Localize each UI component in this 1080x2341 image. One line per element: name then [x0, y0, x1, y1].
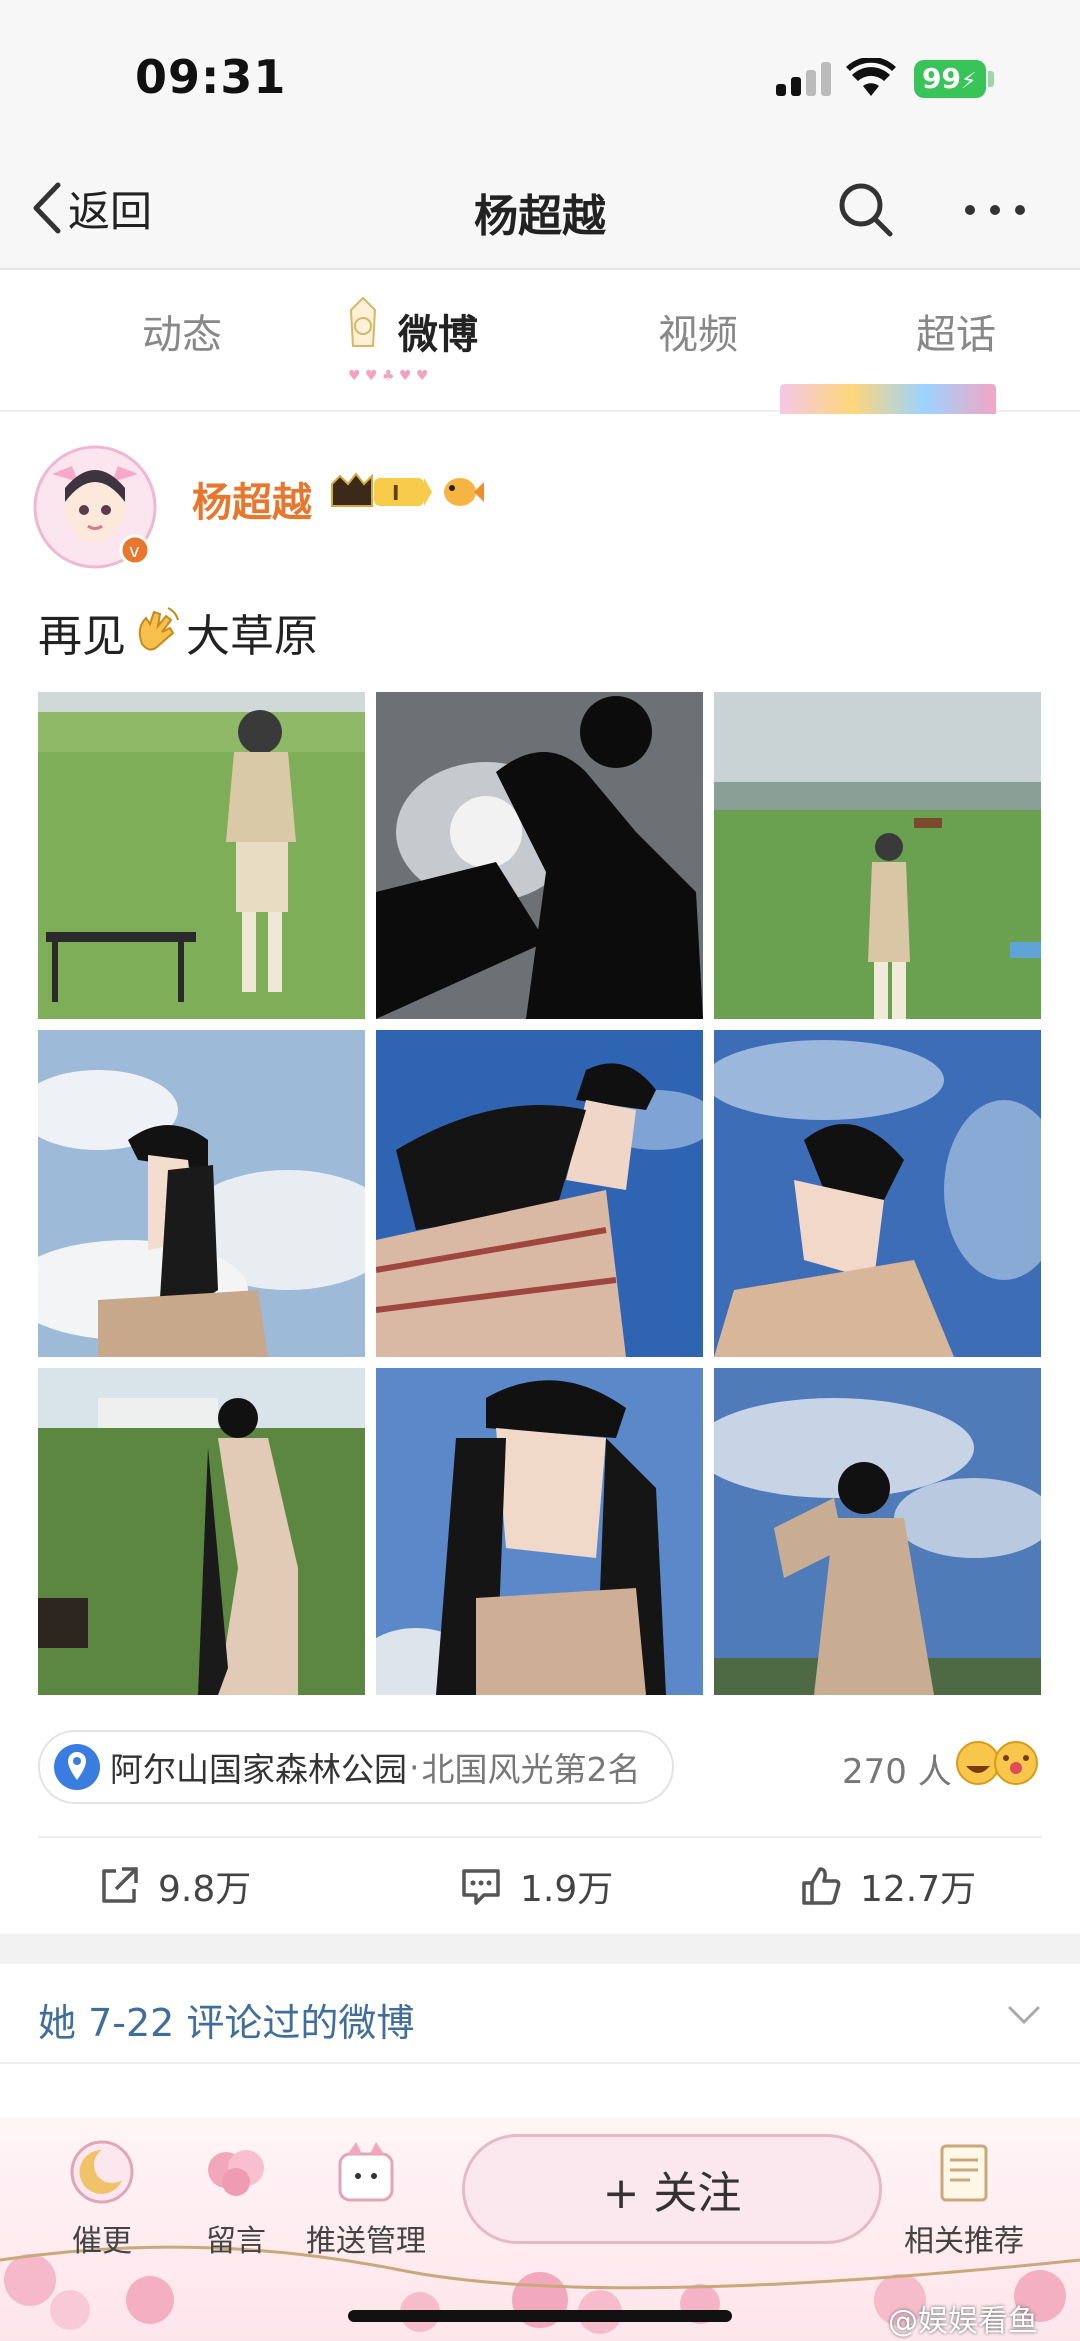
tab-super-topic[interactable]: 超话 [916, 302, 996, 360]
share-button[interactable]: 9.8万 [98, 1856, 251, 1916]
svg-text:♥ ♥ ♣ ♥ ♥: ♥ ♥ ♣ ♥ ♥ [348, 368, 429, 384]
photo-8[interactable] [376, 1368, 703, 1695]
recommend-icon [940, 2144, 988, 2202]
thumbs-up-icon [802, 1867, 841, 1905]
photo-3[interactable] [714, 692, 1041, 1019]
section-gap [0, 1934, 1080, 1964]
chevron-down-icon[interactable] [1006, 2004, 1042, 2026]
tab-dynamic[interactable]: 动态 [142, 302, 222, 360]
status-time: 09:31 [135, 50, 287, 104]
avatar[interactable]: v [32, 444, 158, 570]
bottom-item-remind[interactable]: 催更 [32, 2136, 172, 2260]
photo-1[interactable] [38, 692, 365, 1019]
svg-text:I: I [392, 481, 399, 505]
like-button[interactable]: 12.7万 [800, 1856, 976, 1916]
commented-weibo-row[interactable]: 她 7-22 评论过的微博 [0, 1964, 1080, 2064]
post-text-start: 再见 [38, 611, 126, 662]
more-options-icon[interactable] [962, 202, 1028, 218]
profile-tabs: 动态 微博 ♥ ♥ ♣ ♥ ♥ 视频 超话 [0, 272, 1080, 414]
photo-9[interactable] [714, 1368, 1041, 1695]
location-name: 阿尔山国家森林公园 [110, 1750, 407, 1789]
photo-grid [38, 692, 1042, 1695]
pufferfish-icon [444, 478, 484, 506]
follow-label: + 关注 [602, 2168, 742, 2219]
battery-level: 99 [922, 62, 961, 95]
photo-6[interactable] [714, 1030, 1041, 1357]
comment-button[interactable]: 1.9万 [460, 1856, 613, 1916]
post-text: 再见 大草原 [38, 600, 318, 664]
lantern-icon [349, 296, 377, 347]
message-icon [208, 2150, 264, 2196]
like-count: 12.7万 [860, 1869, 977, 1910]
push-settings-icon [338, 2142, 394, 2202]
vip-badge-icon[interactable]: I [328, 470, 434, 514]
search-icon[interactable] [836, 180, 896, 240]
update-reminder-icon [70, 2140, 134, 2204]
home-indicator[interactable] [348, 2310, 732, 2322]
svg-text:v: v [129, 541, 140, 562]
share-count: 9.8万 [158, 1869, 252, 1910]
photo-2[interactable] [376, 692, 703, 1019]
visitor-count: 270 人 [842, 1752, 952, 1792]
top-nav-bar: 返回 杨超越 [0, 150, 1080, 270]
charging-icon: ⚡ [960, 69, 977, 94]
battery-nub [988, 71, 994, 87]
bottom-item-label: 留言 [206, 2224, 266, 2259]
location-tag[interactable]: 阿尔山国家森林公园 · 北国风光第2名 [38, 1730, 674, 1804]
reaction-emoji-icon [956, 1741, 1038, 1785]
wifi-icon [846, 58, 896, 96]
photo-5[interactable] [376, 1030, 703, 1357]
status-bar: 09:31 99⚡ [0, 0, 1080, 150]
location-pin-icon [54, 1744, 100, 1790]
bottom-item-label: 推送管理 [306, 2224, 426, 2259]
commented-weibo-label: 她 7-22 评论过的微博 [38, 2001, 415, 2045]
bottom-item-label: 相关推荐 [904, 2224, 1024, 2259]
author-name[interactable]: 杨超越 [192, 470, 312, 528]
divider [38, 1836, 1042, 1838]
comment-icon [462, 1869, 500, 1905]
watermark: @娱娱看鱼 [888, 2304, 1038, 2339]
follow-button[interactable]: + 关注 [462, 2134, 882, 2244]
share-icon [102, 1867, 138, 1903]
bottom-item-message[interactable]: 留言 [166, 2136, 306, 2260]
bottom-item-push-settings[interactable]: 推送管理 [296, 2136, 436, 2260]
photo-7[interactable] [38, 1368, 365, 1695]
page-title: 杨超越 [474, 191, 606, 242]
profile-banner-strip [780, 384, 996, 414]
bottom-item-label: 催更 [72, 2224, 132, 2259]
signal-icon [776, 62, 832, 96]
tab-weibo[interactable]: 微博 [398, 302, 478, 360]
tab-video[interactable]: 视频 [658, 302, 738, 360]
waving-hand-icon [138, 607, 179, 651]
location-rank: 北国风光第2名 [421, 1750, 641, 1789]
comment-count: 1.9万 [520, 1869, 614, 1910]
hearts-decoration-icon: ♥ ♥ ♣ ♥ ♥ [348, 368, 429, 384]
photo-4[interactable] [38, 1030, 365, 1357]
post-text-end: 大草原 [186, 611, 318, 662]
location-separator: · [409, 1747, 420, 1787]
bottom-item-recommend[interactable]: 相关推荐 [894, 2136, 1034, 2260]
battery-indicator: 99⚡ [914, 60, 986, 98]
